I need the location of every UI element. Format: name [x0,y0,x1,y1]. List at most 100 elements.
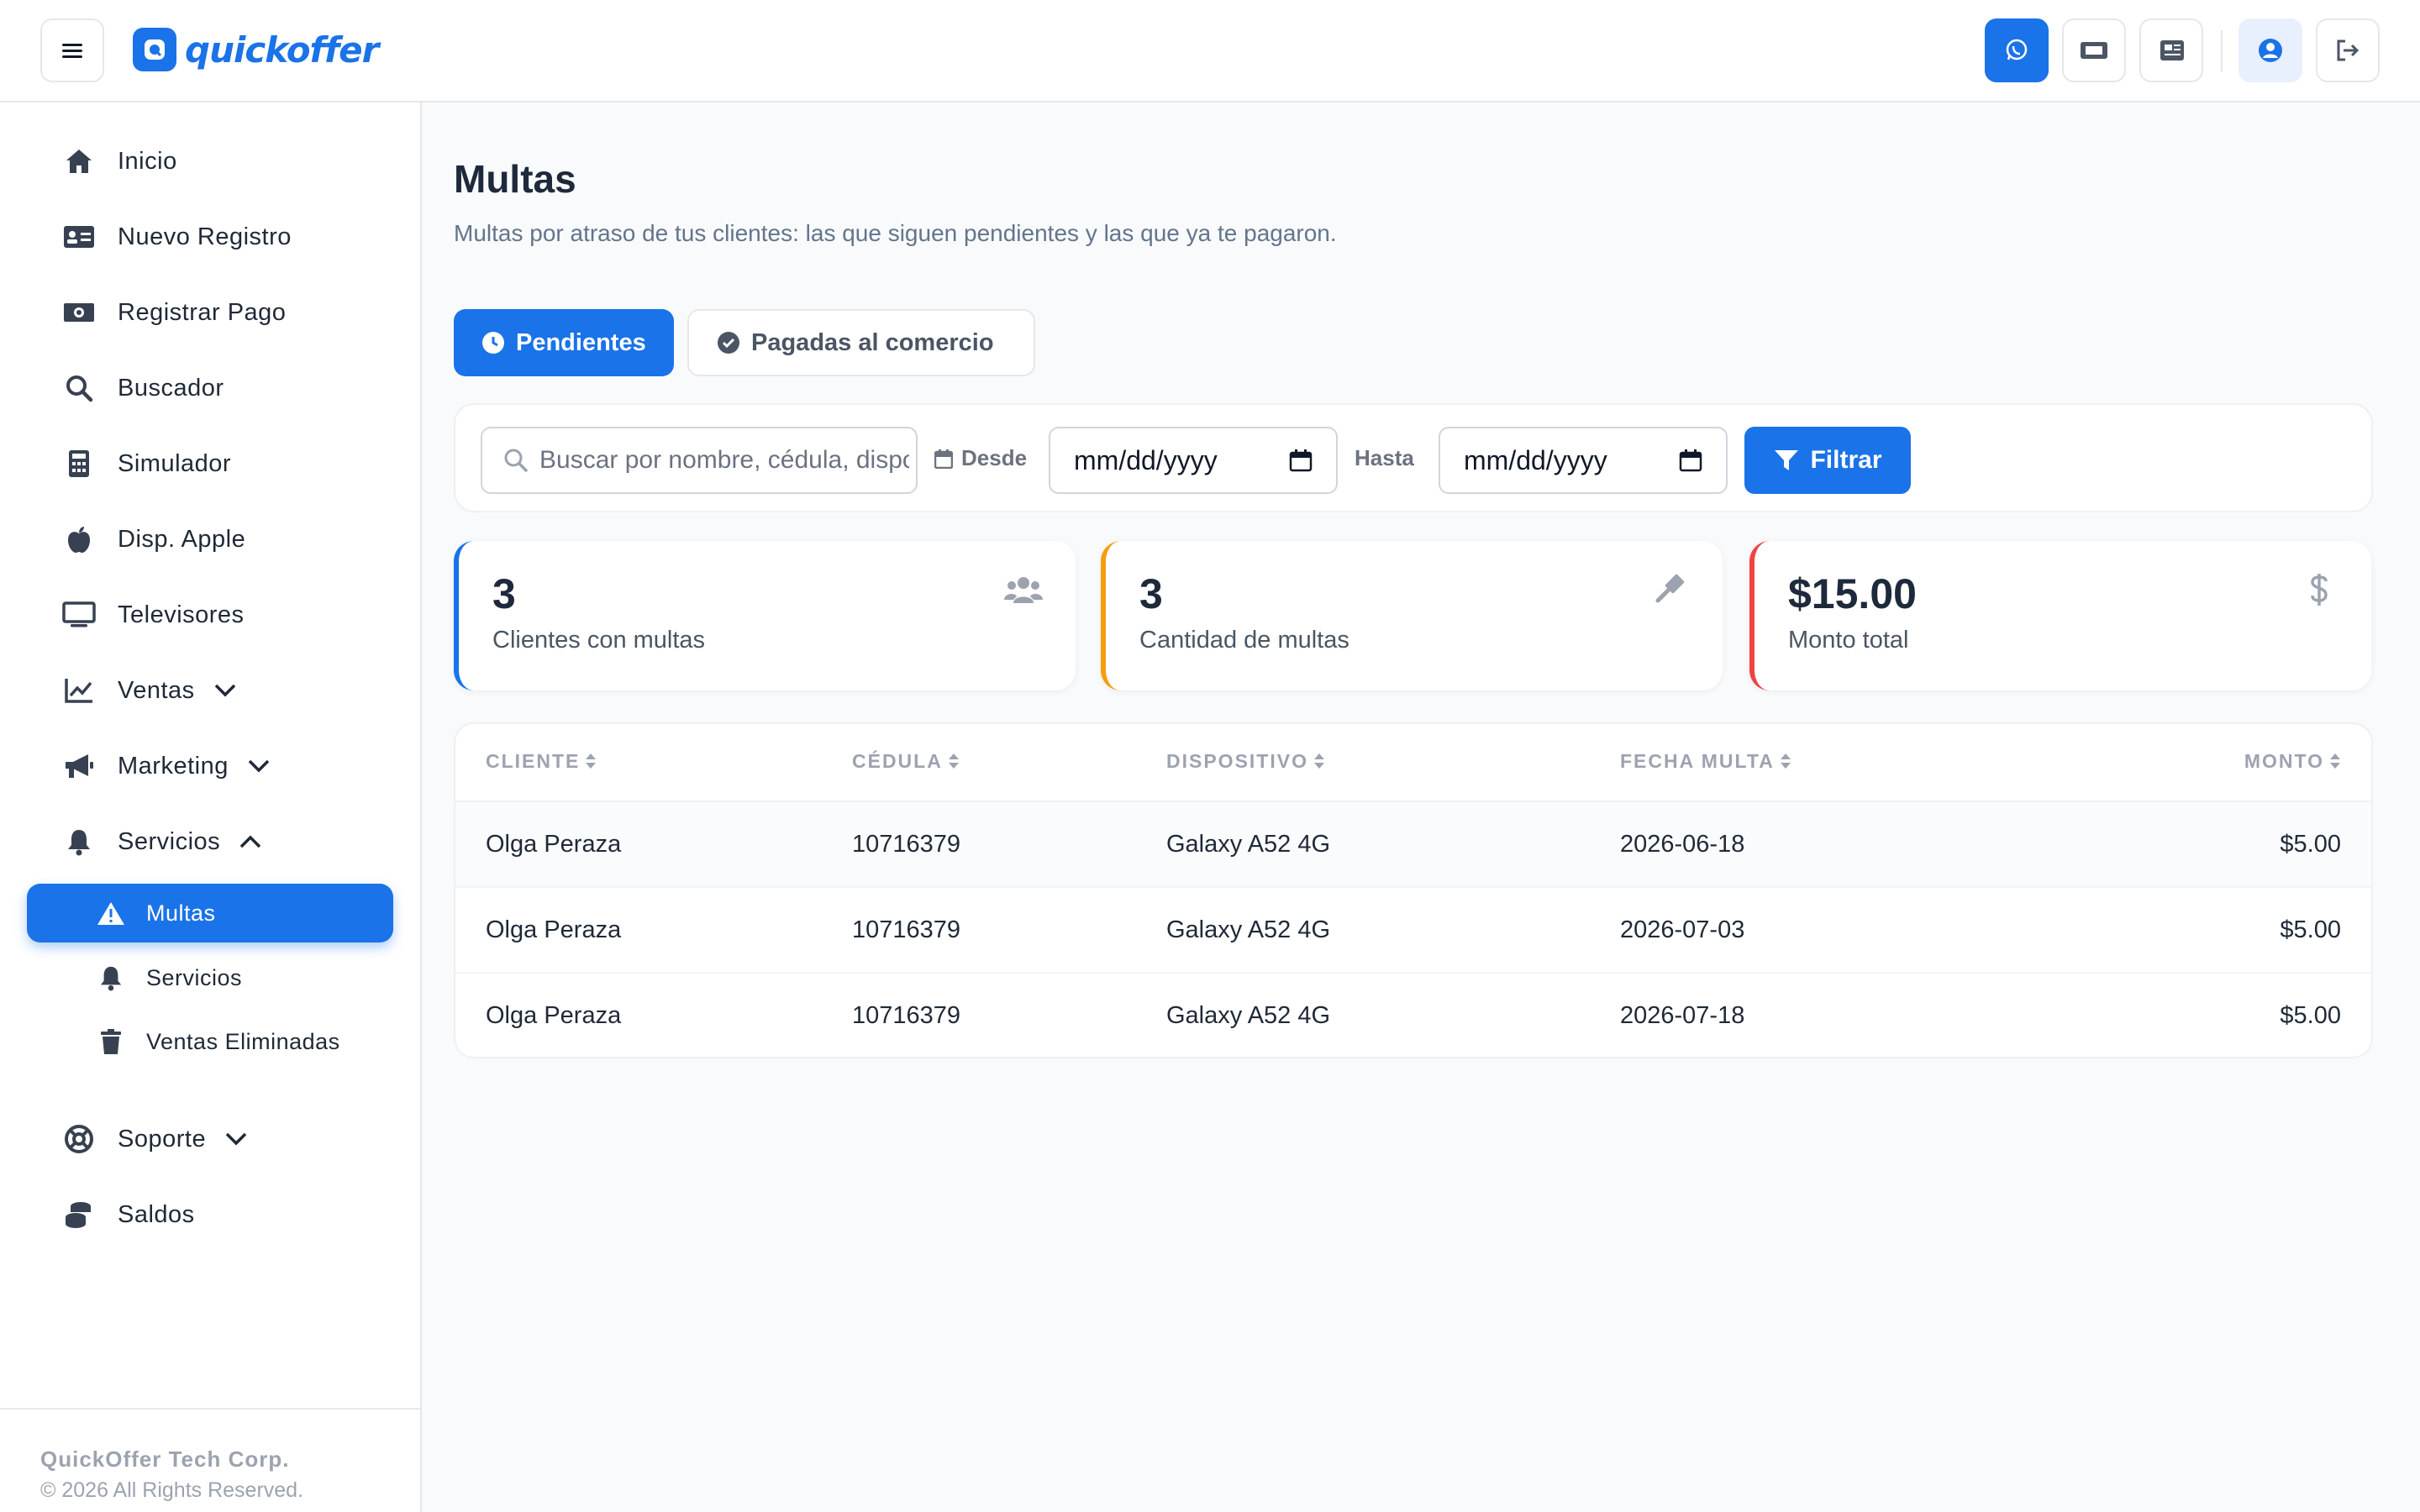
stat-value: 3 [492,570,516,617]
megaphone-icon [59,746,99,786]
sidebar-item-saldos[interactable]: Saldos [27,1184,397,1245]
sidebar-item-registrar-pago[interactable]: Registrar Pago [27,282,397,343]
sidebar-item-servicios[interactable]: Servicios [27,811,397,872]
check-circle-icon [716,330,741,355]
filter-button[interactable]: Filtrar [1744,427,1911,494]
column-header-cedula[interactable]: CÉDULA [852,724,1166,802]
calendar-icon[interactable] [1289,449,1313,472]
stat-card-cantidad: 3 Cantidad de multas [1101,541,1723,690]
column-header-label: MONTO [2244,750,2324,773]
column-header-dispositivo[interactable]: DISPOSITIVO [1166,724,1620,802]
news-button[interactable] [2139,18,2203,82]
menu-toggle-button[interactable] [40,18,104,82]
life-ring-icon [59,1119,99,1159]
table-row[interactable]: Olga Peraza 10716379 Galaxy A52 4G 2026-… [455,887,2371,974]
logout-icon [2337,39,2360,61]
id-card-icon [59,217,99,257]
chevron-up-icon [237,828,264,855]
chart-line-icon [59,670,99,711]
sidebar-item-label: Simulador [118,449,232,477]
top-header: quickoffer [0,0,2420,102]
profile-button[interactable] [2238,18,2302,82]
cell-cliente: Olga Peraza [486,1002,622,1029]
logout-button[interactable] [2316,18,2380,82]
search-icon [501,445,531,475]
desde-date-input[interactable]: mm/dd/yyyy [1049,427,1338,494]
stat-label: Clientes con multas [492,627,706,654]
column-header-label: CLIENTE [486,750,581,773]
copyright-text: © 2026 All Rights Reserved. [40,1478,304,1502]
sidebar-item-label: Marketing [118,752,229,780]
clock-icon [481,330,506,355]
tab-pagadas-al-comercio[interactable]: Pagadas al comercio [687,309,1035,376]
sort-icon [585,752,597,774]
sidebar-item-soporte[interactable]: Soporte [27,1109,397,1169]
cell-monto: $5.00 [2280,1002,2341,1029]
column-header-label: FECHA MULTA [1620,750,1775,773]
sidebar-item-label: Ventas [118,676,195,704]
column-header-monto[interactable]: MONTO [2023,724,2371,802]
sidebar-footer: QuickOffer Tech Corp. © 2026 All Rights … [0,1408,420,1512]
cell-fecha-multa: 2026-07-18 [1620,1002,1745,1029]
sort-icon [948,752,960,774]
stat-value: $15.00 [1788,570,1917,617]
trash-icon [94,1025,128,1058]
sidebar-item-simulador[interactable]: Simulador [27,433,397,494]
ticket-icon [2081,42,2107,59]
sort-icon [1780,752,1791,774]
cell-cedula: 10716379 [852,887,1166,974]
sidebar-item-buscador[interactable]: Buscador [27,358,397,418]
cell-cedula: 10716379 [852,801,1166,888]
brand-name: quickoffer [185,29,379,71]
sidebar-item-inicio[interactable]: Inicio [27,131,397,192]
hasta-date-input[interactable]: mm/dd/yyyy [1439,427,1728,494]
whatsapp-button[interactable] [1985,18,2049,82]
sidebar-item-label: Multas [146,900,216,926]
brand-logo[interactable]: quickoffer [133,25,379,74]
sidebar-item-disp-apple[interactable]: Disp. Apple [27,509,397,570]
table-row[interactable]: Olga Peraza 10716379 Galaxy A52 4G 2026-… [455,973,2371,1057]
fines-table-grid: CLIENTE CÉDULA DISPOSITIVO FECHA MULTA M… [455,724,2371,1057]
hasta-label: Hasta [1355,445,1414,471]
cell-cliente: Olga Peraza [455,801,852,888]
search-field[interactable] [481,427,918,494]
calendar-icon[interactable] [1679,449,1702,472]
header-divider [2221,30,2223,72]
filter-button-label: Filtrar [1810,446,1882,474]
apple-icon [59,519,99,559]
stat-label: Cantidad de multas [1139,627,1349,654]
desde-label-text: Desde [961,445,1028,470]
sidebar-subitem-multas[interactable]: Multas [27,884,393,942]
chevron-down-icon [212,677,239,704]
cell-dispositivo: Galaxy A52 4G [1166,1002,1331,1029]
sidebar-item-label: Buscador [118,374,224,402]
page-subtitle: Multas por atraso de tus clientes: las q… [454,220,1337,246]
sidebar-item-ventas[interactable]: Ventas [27,660,397,721]
stat-label: Monto total [1788,627,1909,654]
stat-value: 3 [1139,570,1163,617]
cell-monto: $5.00 [2023,887,2371,974]
column-header-cliente[interactable]: CLIENTE [455,724,852,802]
sidebar-item-marketing[interactable]: Marketing [27,736,397,796]
column-header-fecha-multa[interactable]: FECHA MULTA [1620,724,2023,802]
cell-dispositivo: Galaxy A52 4G [1166,887,1620,974]
cell-cliente: Olga Peraza [455,887,852,974]
tab-pendientes[interactable]: Pendientes [454,309,674,376]
home-icon [59,141,99,181]
sidebar-item-televisores[interactable]: Televisores [27,585,397,645]
sidebar-item-nuevo-registro[interactable]: Nuevo Registro [27,207,397,267]
sidebar-item-label: Disp. Apple [118,525,246,553]
hasta-label-text: Hasta [1355,445,1414,470]
table-row[interactable]: Olga Peraza 10716379 Galaxy A52 4G 2026-… [455,801,2371,888]
warning-icon [94,896,128,930]
sidebar-item-label: Servicios [146,964,243,990]
sidebar-item-label: Soporte [118,1125,207,1152]
bell-icon [59,822,99,862]
hasta-date-value: mm/dd/yyyy [1464,444,1607,475]
sidebar-subitem-servicios[interactable]: Servicios [27,948,393,1007]
sidebar-item-label: Servicios [118,827,221,855]
search-input[interactable] [539,446,909,475]
sidebar-subitem-ventas-eliminadas[interactable]: Ventas Eliminadas [27,1012,393,1071]
tickets-button[interactable] [2062,18,2126,82]
tab-label: Pendientes [516,328,646,356]
